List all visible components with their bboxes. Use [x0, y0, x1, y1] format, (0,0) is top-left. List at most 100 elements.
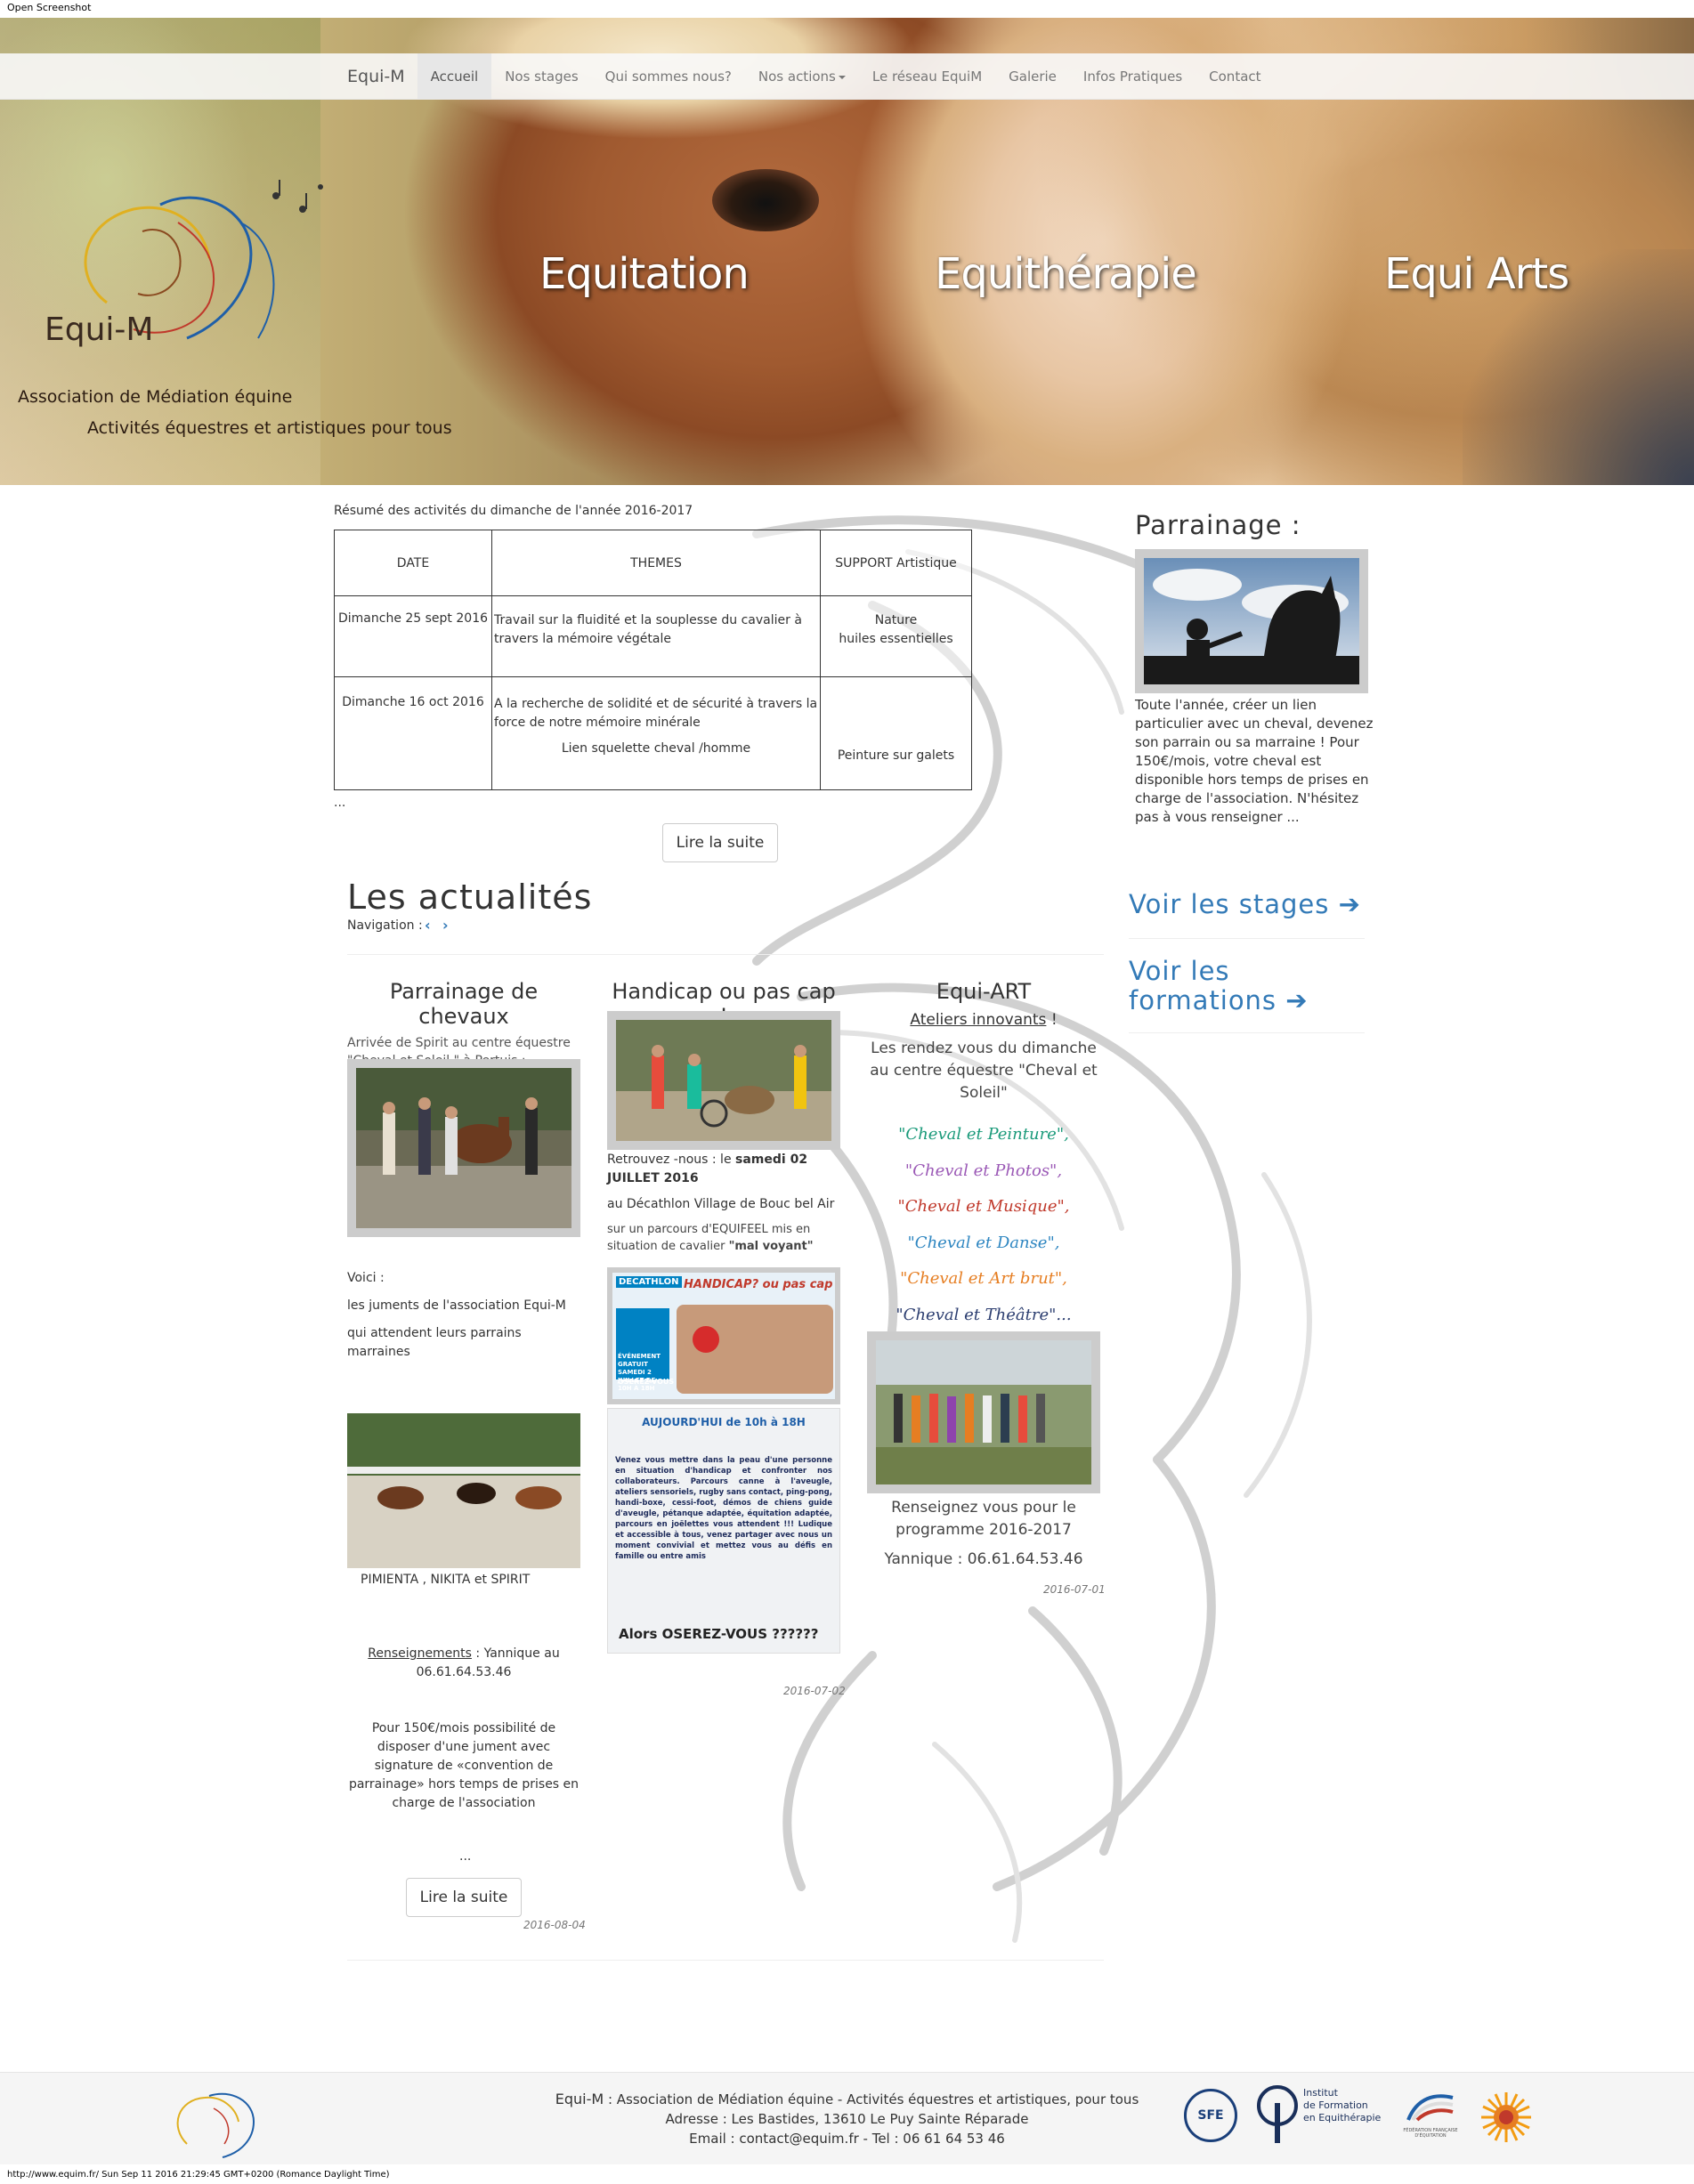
nav-item-accueil[interactable]: Accueil — [417, 53, 492, 100]
table-cell-theme: A la recherche de solidité et de sécurit… — [491, 676, 821, 790]
divider — [1129, 1032, 1365, 1033]
see-stages-link[interactable]: Voir les stages ➔ — [1129, 890, 1361, 919]
table-cell-support: Nature huiles essentielles — [820, 595, 972, 677]
photo-handicap — [607, 1011, 840, 1150]
footer: Equi-M : Association de Médiation équine… — [0, 2072, 1694, 2164]
ffe-logo[interactable]: FÉDÉRATION FRANÇAISE D'ÉQUITATION — [1399, 2089, 1462, 2142]
sfe-logo-icon[interactable]: SFE — [1184, 2089, 1237, 2142]
poster-boxing-glove — [693, 1326, 719, 1353]
col3-date: 2016-07-01 — [1043, 1583, 1106, 1596]
activity-item: "Cheval et Danse", — [907, 1233, 1060, 1252]
arrow-right-icon: ➔ — [1285, 985, 1309, 1015]
ffe-logo-icon — [1406, 2094, 1454, 2122]
horse-group-photo — [356, 1068, 571, 1228]
photo-spirit — [347, 1059, 580, 1237]
handicap-mal-voyant: "mal voyant" — [728, 1240, 814, 1253]
see-stages-label: Voir les stages — [1129, 889, 1330, 919]
sidebar-text: Toute l'année, créer un lien particulier… — [1135, 697, 1374, 825]
see-formations-label-2: formations — [1129, 985, 1277, 1015]
table-cell-theme: Travail sur la fluidité et la souplesse … — [491, 595, 821, 677]
ife-logo-text: Institut de Formation en Equithérapie — [1303, 2087, 1381, 2124]
ife-logo[interactable]: Institut de Formation en Equithérapie — [1257, 2085, 1382, 2148]
hero-subtitle-2: Activités équestres et artistiques pour … — [87, 418, 452, 438]
equi-art-info: Renseignez vous pour le programme 2016-2… — [867, 1497, 1100, 1571]
horses-caption: PIMIENTA , NIKITA et SPIRIT — [361, 1573, 531, 1587]
horse-eye — [712, 169, 819, 231]
renseignements-block: Renseignements : Yannique au 06.61.64.53… — [347, 1645, 580, 1682]
news-item-equi-art: Equi-ART Ateliers innovants ! Les rendez… — [867, 979, 1100, 1104]
poster-dare: OSEREZ-VOUS ? — [618, 1378, 681, 1386]
juments-text: les juments de l'association Equi-M — [347, 1298, 566, 1313]
sun-logo-svg — [1481, 2092, 1531, 2142]
equi-art-sub: Ateliers innovants — [910, 1011, 1047, 1029]
summary-read-more-button[interactable]: Lire la suite — [662, 823, 778, 862]
nav-item-nos-actions-label: Nos actions — [758, 69, 836, 85]
chevron-right-icon[interactable]: › — [442, 917, 449, 934]
theme-line: A la recherche de solidité et de sécurit… — [494, 697, 818, 730]
news-navigation-label: Navigation : — [347, 918, 423, 933]
footer-description: : Association de Médiation équine - Acti… — [604, 2091, 1139, 2107]
handicap-flyer: AUJOURD'HUI de 10h à 18H Venez vous mett… — [607, 1408, 840, 1654]
sidebar-title: Parrainage : — [1135, 510, 1301, 540]
handicap-text-lead: Retrouvez -nous : le — [607, 1153, 736, 1167]
handicap-parcours: sur un parcours d'EQUIFEEL mis en situat… — [607, 1221, 840, 1255]
summary-title: Résumé des activités du dimanche de l'an… — [334, 504, 693, 518]
sun-logo-icon[interactable] — [1479, 2091, 1533, 2144]
status-bar: http://www.equim.fr/ Sun Sep 11 2016 21:… — [7, 2170, 390, 2180]
activity-list: "Cheval et Peinture", "Cheval et Photos"… — [867, 1117, 1100, 1333]
photo-equi-art — [867, 1331, 1100, 1493]
news-item-body: Voici : les juments de l'association Equ… — [347, 1269, 580, 1362]
news-item-title[interactable]: Parrainage de chevaux — [347, 979, 580, 1029]
ffe-logo-caption: FÉDÉRATION FRANÇAISE D'ÉQUITATION — [1403, 2128, 1458, 2139]
nav-item-reseau-equim[interactable]: Le réseau EquiM — [859, 53, 995, 100]
main-navbar: Equi-M Accueil Nos stages Qui sommes nou… — [0, 53, 1694, 100]
chevron-left-icon[interactable]: ‹ — [425, 917, 431, 934]
ife-logo-stem — [1275, 2103, 1280, 2143]
nav-item-infos-pratiques[interactable]: Infos Pratiques — [1070, 53, 1196, 100]
nav-item-galerie[interactable]: Galerie — [995, 53, 1070, 100]
theme-line: Lien squelette cheval /homme — [561, 741, 751, 756]
col2-date: 2016-07-02 — [783, 1685, 846, 1697]
nav-item-contact[interactable]: Contact — [1196, 53, 1274, 100]
see-formations-link[interactable]: Voir les formations ➔ — [1129, 957, 1309, 1015]
table-cell-support: Peinture sur galets — [820, 676, 972, 790]
table-cell-date: Dimanche 25 sept 2016 — [334, 595, 492, 677]
equi-art-sub-line: Ateliers innovants ! — [867, 1011, 1100, 1029]
news-title: Les actualités — [347, 878, 593, 917]
activity-item: "Cheval et Musique", — [897, 1197, 1070, 1216]
divider — [347, 954, 1104, 955]
poster-event: ÉVÉNEMENT GRATUIT SAMEDI 2 JUILLET DE 10… — [618, 1353, 661, 1392]
nav-item-nos-actions[interactable]: Nos actions — [745, 53, 859, 100]
parrainage-photo — [1144, 558, 1359, 684]
decathlon-brand: DECATHLON — [616, 1276, 682, 1288]
ife-logo-line: Institut — [1303, 2087, 1338, 2099]
activity-item: "Cheval et Photos", — [904, 1161, 1063, 1180]
support-line: huiles essentielles — [839, 632, 953, 646]
table-row: Dimanche 16 oct 2016 A la recherche de s… — [334, 676, 972, 790]
sidebar-photo-frame — [1135, 549, 1368, 693]
footer-brand: Equi-M — [555, 2091, 604, 2107]
table-header-support: SUPPORT Artistique — [820, 530, 972, 596]
parrains-text: qui attendent leurs parrains marraines — [347, 1326, 522, 1359]
see-formations-label-1: Voir les — [1129, 956, 1230, 986]
screenshot-label: Open Screenshot — [0, 0, 1694, 18]
photo-decathlon-poster: DECATHLON HANDICAP? ou pas cap ÉVÉNEMENT… — [607, 1267, 840, 1404]
hero-logo-name: Equi-M — [45, 311, 154, 348]
nav-item-nos-stages[interactable]: Nos stages — [491, 53, 591, 100]
table-header-date: DATE — [334, 530, 492, 596]
equi-art-intro: Les rendez vous du dimanche au centre éq… — [870, 1039, 1098, 1102]
activity-item: "Cheval et Peinture", — [898, 1125, 1069, 1144]
poster-title: HANDICAP? ou pas cap — [684, 1278, 833, 1291]
hero-word-equiarts: Equi Arts — [1384, 249, 1569, 299]
equi-art-sub-tail: ! — [1046, 1011, 1058, 1029]
handicap-date-line: Retrouvez -nous : le samedi 02 JUILLET 2… — [607, 1151, 840, 1188]
divider — [1129, 938, 1365, 939]
col1-read-more-button[interactable]: Lire la suite — [406, 1878, 522, 1917]
equi-art-programme: Renseignez vous pour le programme 2016-2… — [891, 1499, 1076, 1539]
nav-item-qui-sommes-nous[interactable]: Qui sommes nous? — [592, 53, 745, 100]
flyer-body: Venez vous mettre dans la peau d'une per… — [615, 1456, 832, 1561]
divider — [347, 1960, 1104, 1961]
equi-art-group-photo — [876, 1340, 1091, 1484]
navbar-brand[interactable]: Equi-M — [335, 53, 417, 100]
news-item-title[interactable]: Equi-ART — [867, 979, 1100, 1004]
